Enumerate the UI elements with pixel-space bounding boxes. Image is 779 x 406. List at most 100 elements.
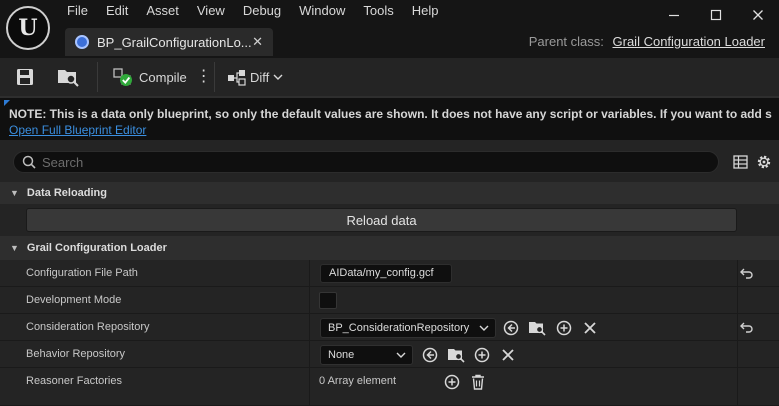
menu-file[interactable]: File: [58, 2, 97, 20]
note-text: NOTE: This is a data only blueprint, so …: [9, 107, 772, 121]
compile-label: Compile: [139, 69, 187, 85]
use-selected-icon: [422, 347, 438, 363]
property-label: Reasoner Factories: [26, 375, 122, 387]
maximize-button[interactable]: [697, 0, 735, 30]
property-row-config-path: Configuration File Path AIData/my_config…: [0, 260, 779, 287]
search-placeholder: Search: [42, 154, 84, 170]
use-selected-asset-button[interactable]: [421, 346, 439, 364]
chevron-down-icon: [273, 74, 283, 80]
add-button[interactable]: [473, 346, 491, 364]
diff-button[interactable]: Diff: [227, 64, 289, 90]
use-selected-icon: [503, 320, 519, 336]
column-divider[interactable]: [309, 368, 310, 406]
reload-area: Reload data: [0, 204, 779, 236]
plus-circle-icon: [474, 347, 490, 363]
section-title: Grail Configuration Loader: [26, 242, 167, 254]
minimize-button[interactable]: [655, 0, 693, 30]
menu-help[interactable]: Help: [403, 2, 448, 20]
column-divider[interactable]: [309, 287, 310, 314]
close-icon: [584, 322, 596, 334]
property-label: Behavior Repository: [26, 348, 126, 360]
section-title: Data Reloading: [26, 187, 107, 199]
folder-search-icon: [448, 349, 465, 363]
search-input[interactable]: Search: [13, 151, 719, 173]
development-mode-checkbox[interactable]: [319, 292, 337, 309]
toolbar-divider: [97, 62, 98, 92]
menu-asset[interactable]: Asset: [137, 2, 188, 20]
clear-button[interactable]: [499, 346, 517, 364]
consideration-repository-dropdown[interactable]: BP_ConsiderationRepository: [320, 318, 496, 338]
reset-arrow-icon: [740, 322, 753, 333]
property-matrix-button[interactable]: [731, 153, 749, 171]
collapse-arrow-icon: ▼: [10, 243, 19, 253]
data-only-note: NOTE: This is a data only blueprint, so …: [0, 96, 779, 140]
property-row-reasoner-factories: Reasoner Factories 0 Array element: [0, 368, 779, 406]
table-icon: [732, 155, 748, 169]
config-path-input[interactable]: AIData/my_config.gcf: [320, 264, 452, 283]
unreal-logo[interactable]: U: [6, 6, 50, 50]
details-search-row: Search: [0, 140, 779, 182]
behavior-repository-dropdown[interactable]: None: [320, 345, 413, 365]
dropdown-value: None: [328, 349, 355, 361]
property-row-dev-mode: Development Mode: [0, 287, 779, 314]
column-divider: [737, 341, 738, 368]
plus-circle-icon: [556, 320, 572, 336]
folder-search-icon: [58, 70, 79, 87]
parent-class-link[interactable]: Grail Configuration Loader: [613, 34, 765, 49]
close-window-button[interactable]: [739, 0, 777, 30]
menu-window[interactable]: Window: [290, 2, 354, 20]
browse-asset-button[interactable]: [446, 346, 466, 364]
minimize-icon: [669, 14, 679, 17]
property-label: Configuration File Path: [26, 267, 138, 279]
reload-data-button[interactable]: Reload data: [26, 208, 737, 232]
clear-button[interactable]: [581, 319, 599, 337]
trash-icon: [472, 374, 484, 390]
browse-asset-button[interactable]: [527, 319, 547, 337]
remove-all-button[interactable]: [469, 373, 487, 391]
save-icon: [17, 69, 33, 85]
gear-icon: [757, 155, 771, 169]
close-icon: [502, 349, 514, 361]
compile-options-icon[interactable]: ⋮: [196, 69, 212, 85]
maximize-icon: [710, 9, 722, 21]
property-label: Development Mode: [26, 294, 122, 306]
property-row-consideration-repo: Consideration Repository BP_Consideratio…: [0, 314, 779, 341]
chevron-down-icon: [396, 352, 406, 358]
tab-close-icon[interactable]: ✕: [252, 34, 263, 50]
note-corner-marker: [4, 100, 10, 106]
toolbar: Compile ⋮ Diff: [0, 58, 779, 96]
column-divider: [737, 260, 738, 287]
compile-button[interactable]: Compile ⋮: [113, 64, 213, 90]
browse-button[interactable]: [56, 64, 82, 90]
reset-arrow-icon: [740, 268, 753, 279]
tab-label: BP_GrailConfigurationLo...: [97, 34, 252, 50]
property-row-behavior-repo: Behavior Repository None: [0, 341, 779, 368]
use-selected-asset-button[interactable]: [502, 319, 520, 337]
add-element-button[interactable]: [443, 373, 461, 391]
menu-tools[interactable]: Tools: [354, 2, 402, 20]
dropdown-value: BP_ConsiderationRepository: [328, 322, 470, 334]
section-grail-configuration-loader[interactable]: ▼ Grail Configuration Loader: [0, 236, 779, 260]
add-button[interactable]: [555, 319, 573, 337]
tab-blueprint[interactable]: BP_GrailConfigurationLo... ✕: [65, 28, 273, 56]
title-bar: U File Edit Asset View Debug Window Tool…: [0, 0, 779, 58]
toolbar-divider: [214, 62, 215, 92]
reset-to-default-button[interactable]: [739, 265, 755, 281]
save-button[interactable]: [15, 64, 37, 90]
open-full-editor-link[interactable]: Open Full Blueprint Editor: [9, 123, 146, 137]
parent-class-label: Parent class:: [528, 34, 604, 49]
menu-view[interactable]: View: [188, 2, 234, 20]
column-divider[interactable]: [309, 341, 310, 368]
reset-to-default-button[interactable]: [739, 319, 755, 335]
diff-icon: [228, 70, 246, 86]
column-divider[interactable]: [309, 314, 310, 341]
plus-circle-icon: [444, 374, 460, 390]
menu-debug[interactable]: Debug: [234, 2, 290, 20]
menu-edit[interactable]: Edit: [97, 2, 137, 20]
column-divider: [737, 287, 738, 314]
settings-button[interactable]: [755, 153, 773, 171]
section-data-reloading[interactable]: ▼ Data Reloading: [0, 182, 779, 204]
column-divider[interactable]: [309, 260, 310, 287]
folder-search-icon: [529, 322, 546, 336]
column-divider: [737, 314, 738, 341]
